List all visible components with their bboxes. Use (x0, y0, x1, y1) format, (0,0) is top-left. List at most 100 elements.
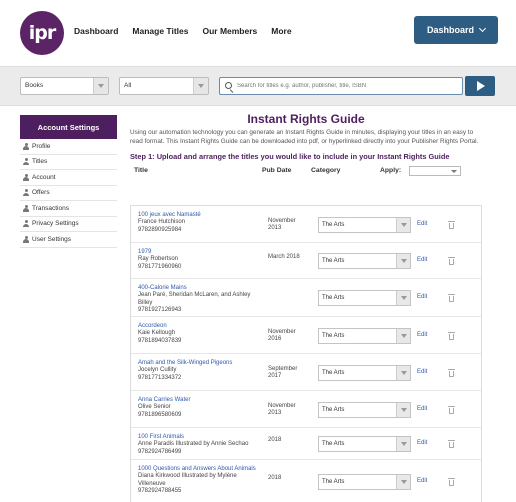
column-category: Category (311, 167, 341, 175)
title-cell: 400-Calorie Mains Jean Paré, Sheridan McL… (138, 285, 262, 314)
sidebar-heading: Account Settings (20, 115, 117, 139)
category-value: The Arts (322, 295, 345, 301)
pub-date: 2018 (268, 475, 282, 481)
table-row: Anna Carries Water Olive Senior 9781896580… (131, 391, 481, 428)
book-isbn: 9782890925984 (138, 226, 182, 233)
trash-icon[interactable] (448, 257, 455, 265)
titles-table: 100 jeux avec Namasté France Hutchison 978… (130, 205, 482, 502)
sidebar-item-label: Titles (32, 158, 48, 166)
sidebar-item-privacy-settings[interactable]: Privacy Settings (20, 217, 117, 232)
person-icon (23, 235, 29, 243)
category-select[interactable]: The Arts (318, 328, 411, 344)
trash-icon[interactable] (448, 478, 455, 486)
book-author: Jocelyn Cullity (138, 367, 177, 374)
category-select[interactable]: The Arts (318, 253, 411, 269)
chevron-down-icon (396, 254, 410, 268)
sidebar-item-offers[interactable]: Offers (20, 186, 117, 201)
book-title-link[interactable]: Amah and the Silk-Winged Pigeons (138, 360, 262, 367)
category-select[interactable]: The Arts (318, 365, 411, 381)
edit-link[interactable]: Edit (417, 221, 427, 227)
category-value: The Arts (322, 407, 345, 413)
dashboard-dropdown-button[interactable]: Dashboard (414, 16, 498, 44)
sidebar-item-account[interactable]: Account (20, 170, 117, 186)
person-icon (23, 220, 29, 228)
pub-date: March 2018 (268, 254, 300, 260)
search-field[interactable] (219, 77, 463, 95)
book-author: Ray Robertson (138, 256, 179, 263)
book-title-link[interactable]: 1000 Questions and Answers About Animals (138, 466, 262, 473)
sidebar-item-label: Offers (32, 189, 50, 197)
apply-select[interactable] (409, 166, 461, 177)
sidebar-item-profile[interactable]: Profile (20, 139, 117, 155)
trash-icon[interactable] (448, 332, 455, 340)
table-row: 1000 Questions and Answers About Animals… (131, 460, 481, 502)
pub-date: November 2013 (268, 218, 296, 232)
main-nav: Dashboard Manage Titles Our Members More (74, 26, 292, 36)
sidebar-item-user-settings[interactable]: User Settings (20, 232, 117, 248)
book-title-link[interactable]: 100 First Animals (138, 434, 262, 441)
person-icon (23, 204, 29, 212)
chevron-down-icon (396, 218, 410, 232)
ipr-logo[interactable]: ipr (20, 11, 64, 55)
table-row: 100 First Animals Anne Paradis Illustrate… (131, 428, 481, 460)
main-content: Instant Rights Guide Using our automatio… (130, 112, 482, 178)
category-select[interactable]: The Arts (318, 217, 411, 233)
column-pub-date: Pub Date (262, 167, 292, 175)
category-select[interactable]: The Arts (318, 436, 411, 452)
category-select[interactable]: The Arts (318, 290, 411, 306)
edit-link[interactable]: Edit (417, 332, 427, 338)
trash-icon[interactable] (448, 221, 455, 229)
book-title-link[interactable]: Accordeon (138, 323, 262, 330)
scope-select[interactable]: All (119, 77, 209, 95)
book-isbn: 9781927126943 (138, 306, 182, 313)
apply-label: Apply: (380, 167, 402, 175)
table-row: Accordeon Kaie Kellough 9781894037839 Novem… (131, 317, 481, 354)
category-value: The Arts (322, 479, 345, 485)
nav-more[interactable]: More (271, 26, 291, 36)
book-title-link[interactable]: 400-Calorie Mains (138, 285, 262, 292)
table-header: Title Pub Date Category Apply: (130, 164, 482, 178)
type-select[interactable]: Books (20, 77, 109, 95)
nav-our-members[interactable]: Our Members (202, 26, 257, 36)
trash-icon[interactable] (448, 440, 455, 448)
book-author: Jean Paré, Sheridan McLaren, and Ashley … (138, 292, 251, 306)
edit-link[interactable]: Edit (417, 406, 427, 412)
chevron-down-icon (396, 403, 410, 417)
sidebar-item-titles[interactable]: Titles (20, 155, 117, 170)
book-title-link[interactable]: Anna Carries Water (138, 397, 262, 404)
category-select[interactable]: The Arts (318, 402, 411, 418)
chevron-down-icon (193, 78, 208, 94)
edit-link[interactable]: Edit (417, 294, 427, 300)
person-icon (23, 189, 29, 197)
chevron-down-icon (396, 291, 410, 305)
trash-icon[interactable] (448, 369, 455, 377)
book-title-link[interactable]: 1979 (138, 249, 262, 256)
nav-manage-titles[interactable]: Manage Titles (132, 26, 188, 36)
type-select-value: Books (25, 82, 44, 89)
title-cell: 100 jeux avec Namasté France Hutchison 978… (138, 212, 262, 234)
table-row: Amah and the Silk-Winged Pigeons Jocelyn … (131, 354, 481, 391)
trash-icon[interactable] (448, 406, 455, 414)
book-title-link[interactable]: 100 jeux avec Namasté (138, 212, 262, 219)
edit-link[interactable]: Edit (417, 478, 427, 484)
title-cell: 1000 Questions and Answers About Animals… (138, 466, 262, 495)
title-cell: 100 First Animals Anne Paradis Illustrate… (138, 434, 262, 456)
pub-date: November 2016 (268, 329, 296, 343)
book-isbn: 9781894037839 (138, 337, 182, 344)
top-header: ipr Dashboard Manage Titles Our Members … (0, 0, 516, 62)
sidebar-item-transactions[interactable]: Transactions (20, 201, 117, 217)
category-select[interactable]: The Arts (318, 474, 411, 490)
person-icon (23, 158, 29, 166)
search-input[interactable] (237, 80, 457, 92)
edit-link[interactable]: Edit (417, 369, 427, 375)
search-submit-button[interactable] (465, 76, 495, 96)
book-isbn: 9782924786499 (138, 448, 182, 455)
category-value: The Arts (322, 370, 345, 376)
nav-dashboard[interactable]: Dashboard (74, 26, 118, 36)
chevron-down-icon (396, 437, 410, 451)
person-icon (23, 173, 29, 181)
scope-select-value: All (124, 82, 132, 89)
edit-link[interactable]: Edit (417, 257, 427, 263)
trash-icon[interactable] (448, 294, 455, 302)
edit-link[interactable]: Edit (417, 440, 427, 446)
